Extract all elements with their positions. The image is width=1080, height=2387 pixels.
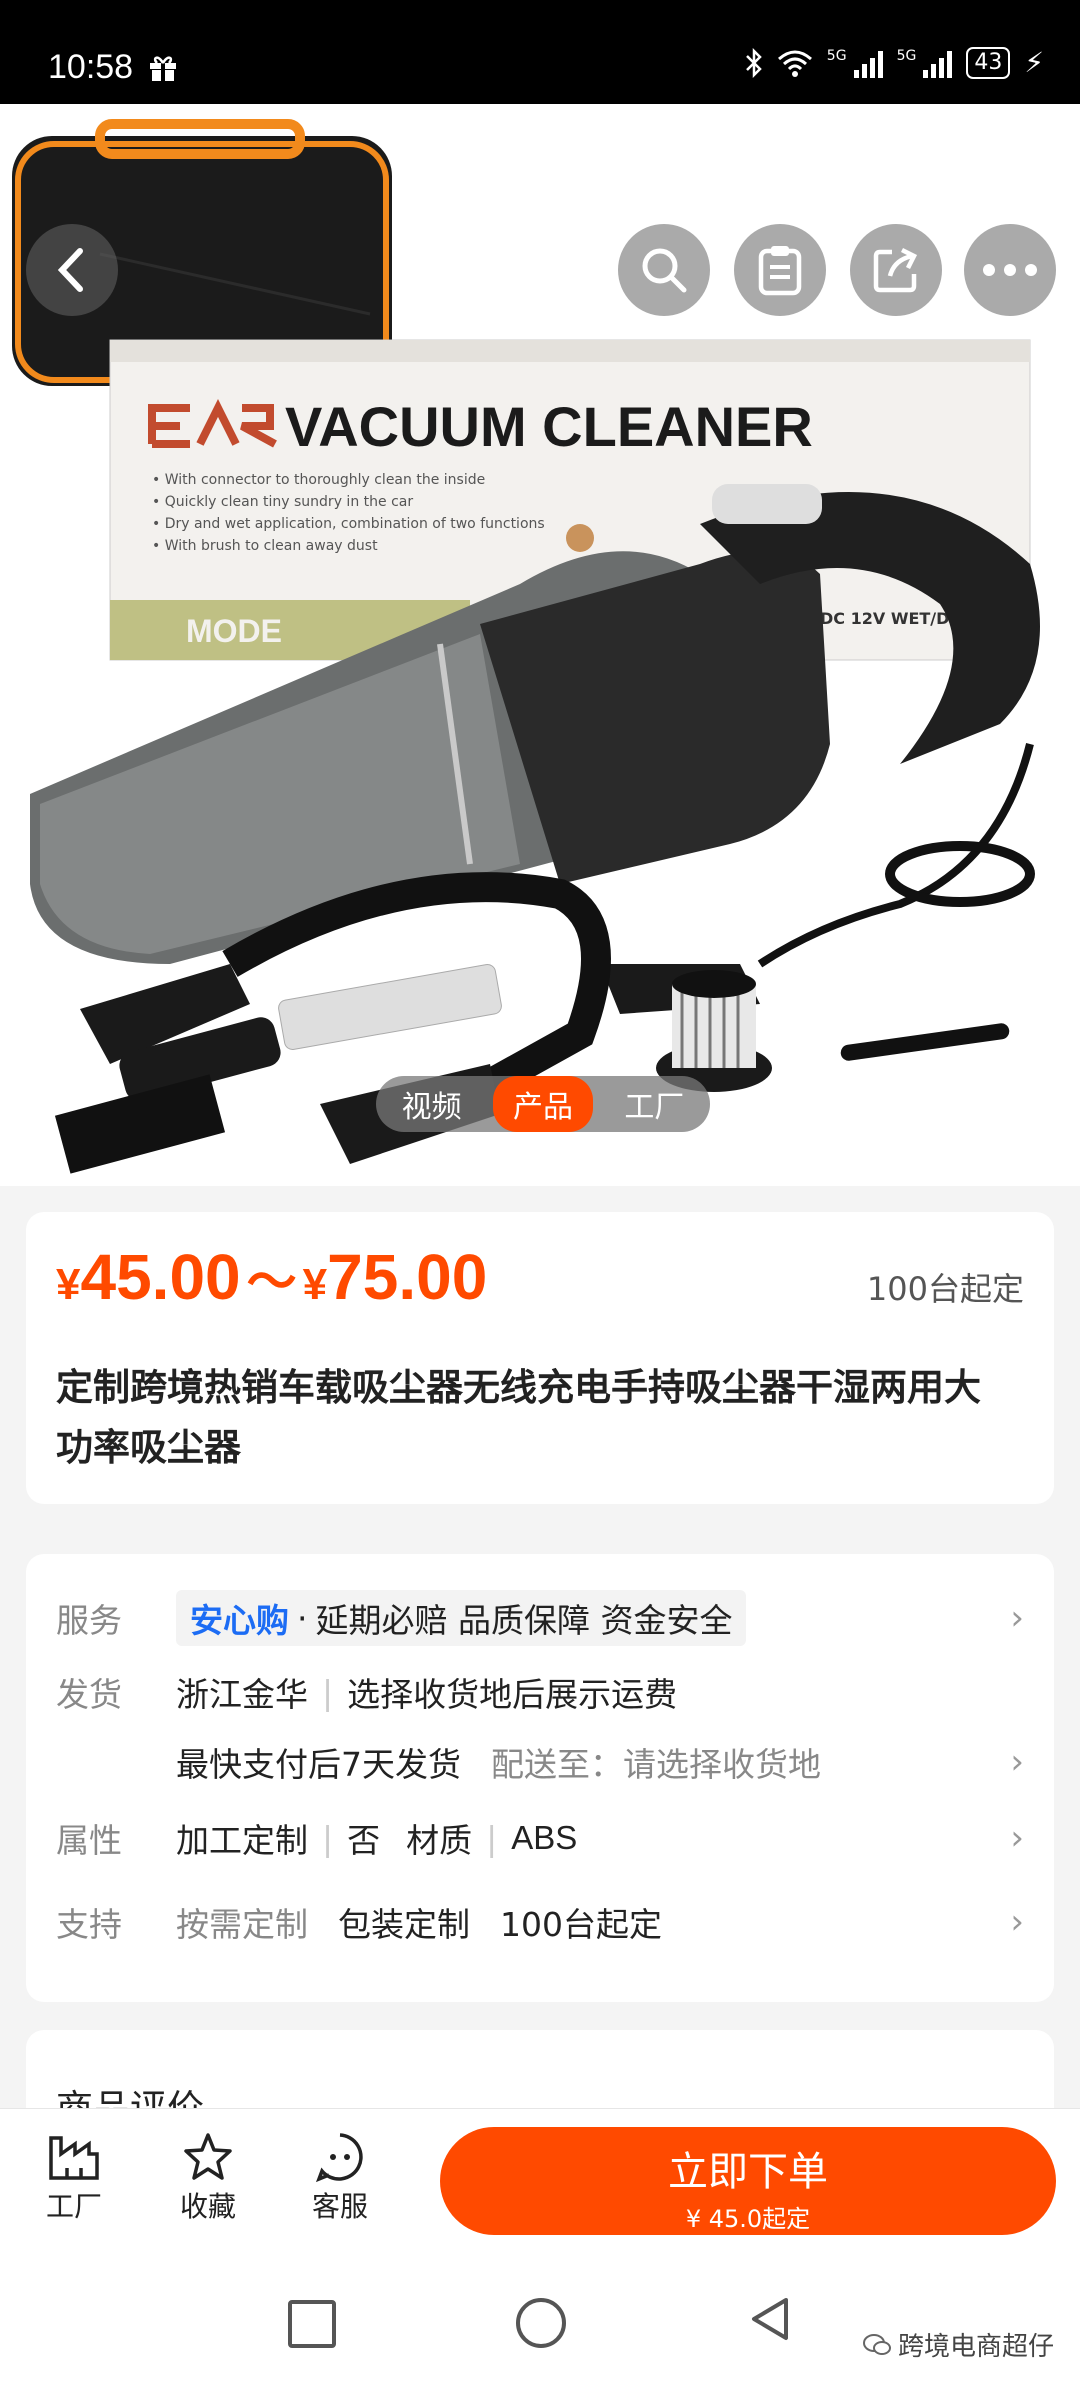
factory-button[interactable]: 工厂 bbox=[24, 2129, 124, 2225]
ship-origin: 浙江金华 bbox=[176, 1675, 308, 1714]
system-nav-bar: 跨境电商超仔 bbox=[0, 2250, 1080, 2387]
search-button[interactable] bbox=[618, 224, 710, 316]
price-range: ¥45.00 ～ ¥75.00 bbox=[56, 1241, 488, 1313]
wechat-icon bbox=[862, 2333, 891, 2355]
favorite-button[interactable]: 收藏 bbox=[158, 2129, 258, 2225]
delivery-time: 最快支付后7天发货 bbox=[176, 1745, 461, 1784]
price-card: ¥45.00 ～ ¥75.00 100台起定 定制跨境热销车载吸尘器无线充电手持吸尘… bbox=[26, 1212, 1054, 1504]
media-tabs: 视频 产品 工厂 bbox=[376, 1076, 710, 1132]
service-badge: 安心购 · 延期必赔 品质保障 资金安全 bbox=[176, 1590, 747, 1646]
back-nav-button[interactable] bbox=[748, 2296, 792, 2342]
chevron-left-icon bbox=[57, 248, 83, 292]
back-button[interactable] bbox=[26, 224, 118, 316]
wifi-icon bbox=[777, 50, 812, 77]
watermark: 跨境电商超仔 bbox=[862, 2326, 1054, 2363]
chat-icon bbox=[315, 2133, 363, 2183]
product-image[interactable]: VACUUM CLEANER • With connector to thoro… bbox=[0, 104, 1080, 1186]
clipboard-button[interactable] bbox=[734, 224, 826, 316]
clipboard-icon bbox=[758, 246, 802, 296]
bluetooth-icon bbox=[745, 47, 762, 78]
status-time: 10:58 bbox=[48, 48, 134, 86]
factory-icon bbox=[49, 2136, 99, 2180]
service-row[interactable]: 服务 安心购 · 延期必赔 品质保障 资金安全 › bbox=[56, 1588, 1024, 1648]
chevron-right-icon: › bbox=[1010, 1818, 1024, 1858]
order-now-button[interactable]: 立即下单 ¥ 45.0起定 bbox=[440, 2127, 1056, 2235]
chevron-right-icon: › bbox=[1010, 1598, 1024, 1638]
freight-note: 选择收货地后展示运费 bbox=[347, 1675, 678, 1714]
home-button[interactable] bbox=[516, 2298, 566, 2348]
svg-text:MODE: MODE bbox=[186, 613, 282, 649]
chevron-right-icon: › bbox=[1010, 1742, 1024, 1782]
share-button[interactable] bbox=[850, 224, 942, 316]
status-bar: 10:58 5G 5G 43 ⚡ bbox=[0, 0, 1080, 104]
info-card: 服务 安心购 · 延期必赔 品质保障 资金安全 › 发货 浙江金华 | 选择收货地… bbox=[26, 1554, 1054, 2002]
svg-text:• Dry and wet application, com: • Dry and wet application, combination o… bbox=[152, 516, 545, 532]
bottom-action-bar: 工厂 收藏 客服 立即下单 ¥ 45.0起定 bbox=[0, 2108, 1080, 2251]
chevron-right-icon: › bbox=[1010, 1902, 1024, 1942]
svg-text:• With connector to thoroughly: • With connector to thoroughly clean the… bbox=[152, 472, 485, 488]
search-icon bbox=[642, 248, 687, 293]
customer-service-button[interactable]: 客服 bbox=[290, 2129, 390, 2225]
svg-text:• With brush to clean away dus: • With brush to clean away dust bbox=[152, 538, 378, 554]
svg-text:• Quickly clean tiny sundry in: • Quickly clean tiny sundry in the car bbox=[152, 494, 413, 510]
anxin-brand: 安心购 bbox=[190, 1601, 289, 1640]
tab-product[interactable]: 产品 bbox=[492, 1076, 593, 1132]
battery-indicator: 43 bbox=[966, 46, 1011, 79]
delivery-row[interactable]: 最快支付后7天发货 配送至：请选择收货地 › bbox=[56, 1732, 1024, 1792]
more-icon bbox=[983, 264, 1037, 276]
delivery-destination: 配送至：请选择收货地 bbox=[491, 1745, 821, 1784]
gift-icon bbox=[150, 56, 176, 81]
star-icon bbox=[184, 2133, 232, 2180]
signal-icon: 5G bbox=[827, 48, 883, 78]
shipping-row: 发货 浙江金华 | 选择收货地后展示运费 bbox=[56, 1662, 1024, 1722]
charging-icon: ⚡ bbox=[1024, 46, 1044, 79]
min-order-quantity: 100台起定 bbox=[866, 1270, 1024, 1308]
product-title: 定制跨境热销车载吸尘器无线充电手持吸尘器干湿两用大功率吸尘器 bbox=[56, 1366, 981, 1469]
signal-icon: 5G bbox=[897, 48, 953, 78]
attributes-row[interactable]: 属性 加工定制 | 否 材质 | ABS › bbox=[56, 1808, 1024, 1868]
more-button[interactable] bbox=[964, 224, 1056, 316]
tab-factory[interactable]: 工厂 bbox=[604, 1076, 704, 1132]
svg-text:DC 12V WET/D: DC 12V WET/D bbox=[820, 609, 949, 628]
box-brand-text: VACUUM CLEANER bbox=[285, 395, 813, 458]
support-row[interactable]: 支持 按需定制 包装定制 100台起定 › bbox=[56, 1892, 1024, 1952]
tab-video[interactable]: 视频 bbox=[382, 1076, 482, 1132]
share-icon bbox=[873, 247, 918, 293]
recents-button[interactable] bbox=[288, 2300, 336, 2348]
